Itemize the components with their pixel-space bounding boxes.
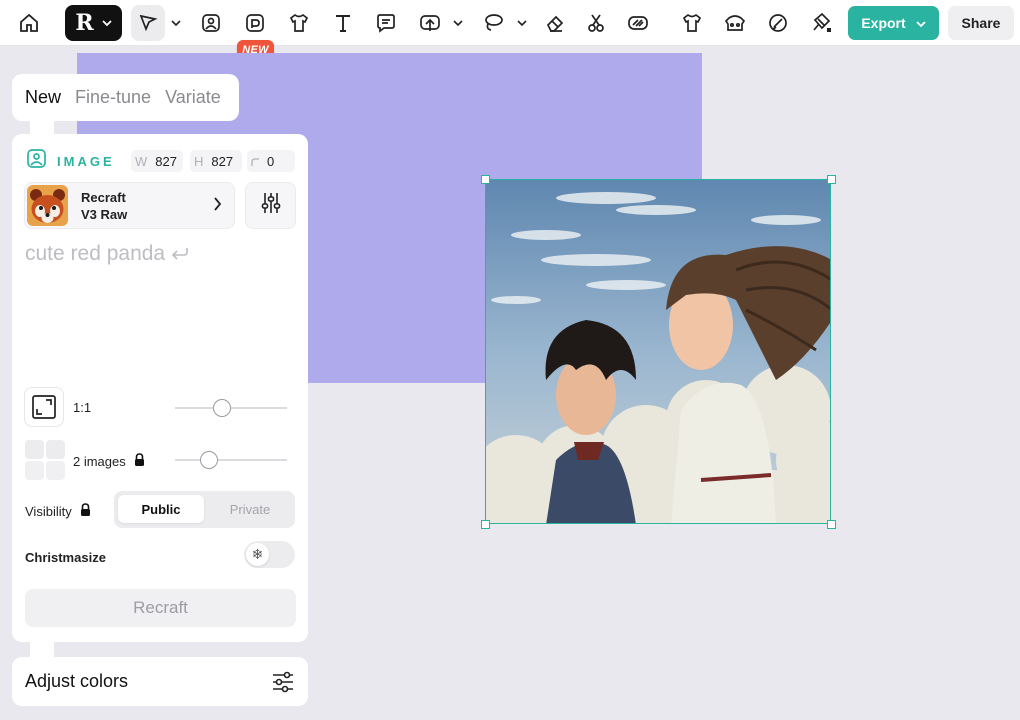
prompt-input[interactable]: cute red panda [25,242,189,266]
upload-chevron-icon[interactable] [451,5,465,41]
section-label: IMAGE [57,153,115,169]
eraser-icon[interactable] [539,5,571,41]
sliders-icon [260,191,282,220]
aspect-ratio-label: 1:1 [73,400,92,415]
christmasize-toggle[interactable]: ❄ [244,541,295,568]
adjust-sliders-icon[interactable] [271,671,295,698]
prompt-placeholder: cute red panda [25,242,166,265]
section-header: IMAGE [26,148,115,174]
vectorize-icon[interactable] [622,5,654,41]
lasso-chevron-icon[interactable] [515,5,529,41]
tab-variate[interactable]: Variate [165,87,221,108]
select-tool-icon[interactable] [131,5,165,41]
height-value: 827 [211,153,234,169]
group-icon[interactable] [719,5,751,41]
model-name-line1: Recraft [81,189,126,205]
adjust-colors-panel[interactable]: Adjust colors [12,657,308,706]
model-settings-button[interactable] [245,182,296,229]
visibility-label: Visibility [25,503,72,519]
logo-icon: R [75,10,94,36]
model-selector[interactable]: Recraft V3 Raw [24,182,235,229]
top-toolbar: R NEW Export Share [0,0,1020,60]
logo-menu-button[interactable]: R [65,5,122,41]
image-icon [26,148,47,174]
red-panda-thumbnail [27,185,68,226]
corner-radius-field[interactable]: 0 [247,150,295,172]
visibility-private-option[interactable]: Private [210,495,290,523]
home-icon[interactable] [12,5,46,41]
visibility-row: Visibility [25,503,91,519]
visibility-toggle: Public Private [114,491,295,528]
image-count-row: 2 images [73,453,145,469]
resize-handle-bottom-right[interactable] [827,520,836,529]
comment-icon[interactable] [370,5,402,41]
visibility-public-option[interactable]: Public [118,495,204,523]
canvas-image[interactable] [485,179,831,524]
chevron-down-icon [916,15,926,31]
image-count-label: 2 images [73,453,126,469]
aspect-ratio-icon [32,395,56,419]
image-new-tool-icon[interactable] [239,5,271,41]
width-field[interactable]: W 827 [131,150,183,172]
christmasize-label: Christmasize [25,550,106,565]
tab-fine-tune[interactable]: Fine-tune [75,87,151,108]
snowflake-icon: ❄ [246,543,269,566]
text-tool-icon[interactable] [327,5,359,41]
image-tool-icon[interactable] [195,5,227,41]
corner-radius-icon [251,154,259,169]
panel-connector [30,121,54,135]
model-name-line2: V3 Raw [81,206,128,222]
export-button[interactable]: Export [848,6,939,40]
adjust-colors-label: Adjust colors [25,671,129,691]
panel-connector [30,642,54,658]
mode-tabs: New Fine-tune Variate [12,74,239,121]
image-count-icon[interactable] [24,439,66,481]
scissors-icon[interactable] [580,5,612,41]
resize-handle-top-left[interactable] [481,175,490,184]
enter-icon [171,242,189,266]
chevron-right-icon [214,197,222,216]
tshirt-icon[interactable] [676,5,708,41]
share-button[interactable]: Share [948,6,1014,40]
width-value: 827 [155,153,177,169]
upload-icon[interactable] [414,5,446,41]
select-tool-chevron-icon[interactable] [169,5,183,41]
resize-handle-top-right[interactable] [827,175,836,184]
lock-icon [134,453,145,469]
mockup-shirt-icon[interactable] [283,5,315,41]
generate-panel: IMAGE W 827 H 827 0 Recraft V3 Raw cute … [12,134,308,642]
image-count-slider[interactable] [175,459,287,461]
aspect-ratio-slider-knob[interactable] [213,399,232,417]
corner-radius-value: 0 [267,153,275,169]
resize-handle-bottom-left[interactable] [481,520,490,529]
lasso-icon[interactable] [477,5,509,41]
image-count-slider-knob[interactable] [199,451,218,469]
height-field[interactable]: H 827 [190,150,242,172]
recraft-button[interactable]: Recraft [25,589,296,627]
chevron-down-icon [102,19,112,27]
tab-new[interactable]: New [25,87,61,108]
brush-icon[interactable] [762,5,794,41]
export-label: Export [861,15,906,31]
lock-icon [80,503,91,519]
aspect-ratio-button[interactable] [24,387,64,427]
magic-tool-icon[interactable] [805,5,839,41]
height-key: H [194,153,204,169]
width-key: W [135,153,148,169]
generated-illustration [486,180,830,523]
